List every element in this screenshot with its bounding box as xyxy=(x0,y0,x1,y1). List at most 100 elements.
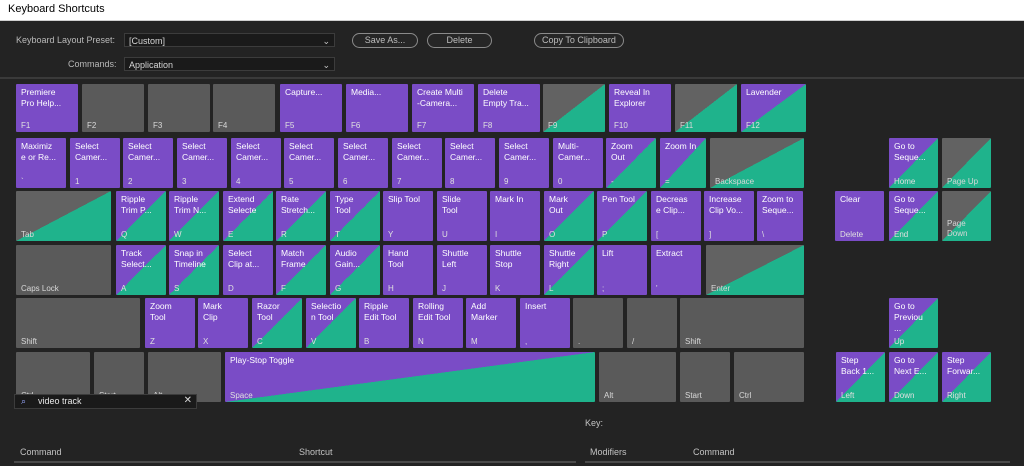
key-delete[interactable]: Clear Delete xyxy=(835,191,884,241)
key-home[interactable]: Go to Seque... Home xyxy=(889,138,938,188)
key-space[interactable]: Play-Stop Toggle Space xyxy=(225,352,595,402)
key-altr[interactable]: Alt xyxy=(599,352,676,402)
key-name-label: 7 xyxy=(397,177,402,186)
key-right[interactable]: Step Forwar... Right xyxy=(942,352,991,402)
key-r[interactable]: Rate Stretch... R xyxy=(276,191,326,241)
key-w[interactable]: Ripple Trim N... W xyxy=(169,191,219,241)
key-grave[interactable]: Maximiz e or Re... ` xyxy=(16,138,66,188)
key-i[interactable]: Mark In I xyxy=(490,191,540,241)
key-d[interactable]: Select Clip at... D xyxy=(223,245,273,295)
key-v[interactable]: Selectio n Tool V xyxy=(306,298,356,348)
key-pageup[interactable]: Page Up xyxy=(942,138,991,188)
key-lbracket[interactable]: Decreas e Clip... [ xyxy=(651,191,701,241)
key-period[interactable]: . xyxy=(573,298,623,348)
key-comma[interactable]: Insert, xyxy=(520,298,570,348)
key-name-label: C xyxy=(257,337,263,346)
key-pagedown[interactable]: Page Down xyxy=(942,191,991,241)
key-name-label: 1 xyxy=(75,177,80,186)
key-capslock[interactable]: Caps Lock xyxy=(16,245,111,295)
key-f4[interactable]: F4 xyxy=(213,84,275,132)
key-f9[interactable]: F9 xyxy=(543,84,605,132)
key-command-label: Track Select... xyxy=(121,248,152,269)
search-field[interactable]: ⌕ video track ✕ xyxy=(14,394,197,409)
key-command-label: Zoom Tool xyxy=(150,301,172,322)
key-n8[interactable]: Select Camer... 8 xyxy=(445,138,495,188)
key-f6[interactable]: Media... F6 xyxy=(346,84,408,132)
key-t[interactable]: Type Tool T xyxy=(330,191,380,241)
key-n0[interactable]: Multi- Camer... 0 xyxy=(553,138,603,188)
key-f12[interactable]: Lavender F12 xyxy=(741,84,806,132)
key-f3[interactable]: F3 xyxy=(148,84,210,132)
key-down[interactable]: Go to Next E... Down xyxy=(889,352,938,402)
key-f7[interactable]: Create Multi -Camera... F7 xyxy=(412,84,474,132)
key-o[interactable]: Mark Out O xyxy=(544,191,594,241)
key-backspace[interactable]: Backspace xyxy=(710,138,804,188)
commands-dropdown[interactable]: Application ⌄ xyxy=(124,57,335,71)
key-f8[interactable]: Delete Empty Tra... F8 xyxy=(478,84,540,132)
key-shiftl[interactable]: Shift xyxy=(16,298,140,348)
key-name-label: F12 xyxy=(746,121,760,130)
key-name-label: Delete xyxy=(840,230,864,239)
key-c[interactable]: Razor Tool C xyxy=(252,298,302,348)
key-a[interactable]: Track Select... A xyxy=(116,245,166,295)
key-ctrlr[interactable]: Ctrl xyxy=(734,352,804,402)
key-n3[interactable]: Select Camer... 3 xyxy=(177,138,227,188)
clear-search-icon[interactable]: ✕ xyxy=(184,395,192,406)
key-f11[interactable]: F11 xyxy=(675,84,737,132)
modifiers-column-header[interactable]: Modifiers xyxy=(590,447,627,457)
key-k[interactable]: Shuttle Stop K xyxy=(490,245,540,295)
search-input[interactable]: video track xyxy=(38,396,82,406)
command-column-header[interactable]: Command xyxy=(20,447,62,457)
key-n5[interactable]: Select Camer... 5 xyxy=(284,138,334,188)
key-x[interactable]: Mark Clip X xyxy=(198,298,248,348)
key-left[interactable]: Step Back 1... Left xyxy=(836,352,885,402)
preset-dropdown[interactable]: [Custom] ⌄ xyxy=(124,33,335,47)
key-b[interactable]: Ripple Edit Tool B xyxy=(359,298,409,348)
key-startr[interactable]: Start xyxy=(680,352,730,402)
command-column-header-2[interactable]: Command xyxy=(693,447,735,457)
key-n9[interactable]: Select Camer... 9 xyxy=(499,138,549,188)
key-minus[interactable]: Zoom Out - xyxy=(606,138,656,188)
key-l[interactable]: Shuttle Right L xyxy=(544,245,594,295)
key-name-label: R xyxy=(281,230,287,239)
key-g[interactable]: Audio Gain... G xyxy=(330,245,380,295)
delete-preset-button[interactable]: Delete xyxy=(427,33,492,48)
key-n6[interactable]: Select Camer... 6 xyxy=(338,138,388,188)
key-y[interactable]: Slip Tool Y xyxy=(383,191,433,241)
key-backslash[interactable]: Zoom to Seque... \ xyxy=(757,191,803,241)
key-up[interactable]: Go to Previou ... Up xyxy=(889,298,938,348)
shortcut-column-header[interactable]: Shortcut xyxy=(299,447,333,457)
key-p[interactable]: Pen Tool P xyxy=(597,191,647,241)
key-equals[interactable]: Zoom In = xyxy=(660,138,706,188)
key-rbracket[interactable]: Increase Clip Vo...] xyxy=(704,191,754,241)
key-end[interactable]: Go to Seque... End xyxy=(889,191,938,241)
key-u[interactable]: Slide Tool U xyxy=(437,191,487,241)
preset-value: [Custom] xyxy=(129,36,166,46)
key-z[interactable]: Zoom Tool Z xyxy=(145,298,195,348)
key-name-label: [ xyxy=(656,230,659,239)
key-f10[interactable]: Reveal In Explorer F10 xyxy=(609,84,671,132)
key-n4[interactable]: Select Camer... 4 xyxy=(231,138,281,188)
key-f[interactable]: Match Frame F xyxy=(276,245,326,295)
key-quote[interactable]: Extract ' xyxy=(651,245,701,295)
key-n[interactable]: Rolling Edit Tool N xyxy=(413,298,463,348)
key-f1[interactable]: Premiere Pro Help... F1 xyxy=(16,84,78,132)
key-q[interactable]: Ripple Trim P... Q xyxy=(116,191,166,241)
key-shiftr[interactable]: Shift xyxy=(680,298,804,348)
key-n1[interactable]: Select Camer... 1 xyxy=(70,138,120,188)
key-f2[interactable]: F2 xyxy=(82,84,144,132)
key-j[interactable]: Shuttle Left J xyxy=(437,245,487,295)
key-s[interactable]: Snap in Timeline S xyxy=(169,245,219,295)
key-h[interactable]: Hand Tool H xyxy=(383,245,433,295)
key-semicolon[interactable]: Lift; xyxy=(597,245,647,295)
key-tab[interactable]: Tab xyxy=(16,191,111,241)
key-f5[interactable]: Capture... F5 xyxy=(280,84,342,132)
key-enter[interactable]: Enter xyxy=(706,245,804,295)
key-m[interactable]: Add Marker M xyxy=(466,298,516,348)
key-slash[interactable]: / xyxy=(627,298,677,348)
save-as-button[interactable]: Save As... xyxy=(352,33,418,48)
copy-to-clipboard-button[interactable]: Copy To Clipboard xyxy=(534,33,624,48)
key-e[interactable]: Extend Selecte E xyxy=(223,191,273,241)
key-n7[interactable]: Select Camer... 7 xyxy=(392,138,442,188)
key-n2[interactable]: Select Camer... 2 xyxy=(123,138,173,188)
